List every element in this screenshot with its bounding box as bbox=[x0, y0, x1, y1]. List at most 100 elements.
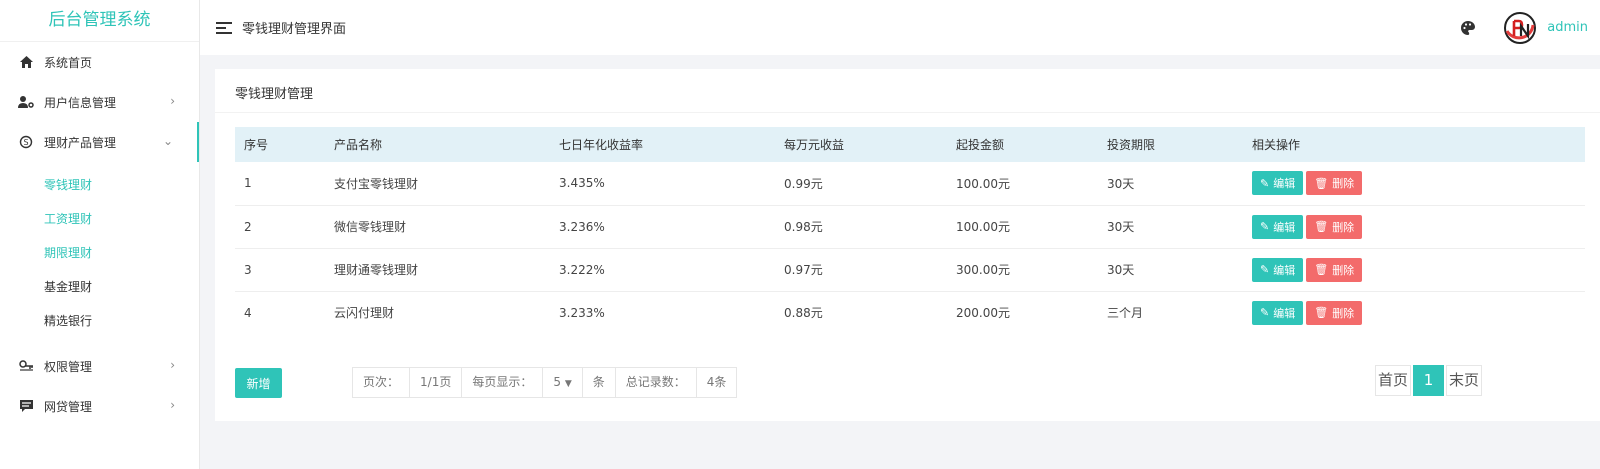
page-title: 零钱理财管理界面 bbox=[242, 22, 347, 37]
page-value: 1/1页 bbox=[410, 368, 463, 397]
cell-min: 200.00元 bbox=[956, 306, 1010, 321]
cell-term: 30天 bbox=[1107, 220, 1135, 234]
menu-toggle-icon[interactable] bbox=[216, 21, 232, 34]
pagination-info: 页次： 1/1页 每页显示： 5 ▼ 条 总记录数： 4条 bbox=[352, 367, 738, 398]
delete-label: 删除 bbox=[1332, 263, 1355, 277]
cell-rate: 3.233% bbox=[559, 305, 605, 320]
column-header: 七日年化收益率 bbox=[559, 138, 644, 152]
sidebar-item-label: 用户信息管理 bbox=[44, 95, 117, 110]
chevron-right-icon: › bbox=[170, 94, 175, 108]
sidebar-item-user-info[interactable]: 用户信息管理 › bbox=[0, 82, 199, 122]
per-page-unit: 条 bbox=[583, 368, 616, 397]
first-page-button[interactable]: 首页 bbox=[1375, 365, 1412, 396]
delete-button[interactable]: 🗑 删除 bbox=[1306, 257, 1363, 282]
pencil-icon: ✎ bbox=[1260, 176, 1270, 190]
cell-name: 云闪付理财 bbox=[334, 306, 395, 321]
caret-down-icon: ▼ bbox=[564, 379, 572, 389]
delete-label: 删除 bbox=[1332, 177, 1355, 191]
pencil-icon: ✎ bbox=[1260, 306, 1270, 320]
main-card: 零钱理财管理 序号 产品名称 七日年化收益率 每万元收益 起投金额 投资期限 相… bbox=[215, 69, 1600, 421]
avatar[interactable] bbox=[1503, 11, 1537, 45]
product-icon: S bbox=[18, 134, 34, 150]
column-header: 相关操作 bbox=[1252, 138, 1301, 152]
sidebar-item-label: 理财产品管理 bbox=[44, 135, 117, 150]
pencil-icon: ✎ bbox=[1260, 263, 1270, 276]
pager: 首页 1 末页 bbox=[1375, 365, 1484, 396]
submenu-item-salary[interactable]: 工资理财 bbox=[0, 202, 199, 236]
palette-icon[interactable] bbox=[1461, 20, 1476, 35]
delete-button[interactable]: 🗑 删除 bbox=[1306, 171, 1363, 196]
sidebar-item-loan[interactable]: 网贷管理 › bbox=[0, 386, 199, 426]
trash-icon: 🗑 bbox=[1314, 306, 1329, 320]
submenu-item-bank[interactable]: 精选银行 bbox=[0, 304, 199, 338]
edit-button[interactable]: ✎ 编辑 bbox=[1252, 257, 1304, 282]
per-page-select[interactable]: 5 ▼ bbox=[543, 368, 583, 397]
pencil-icon: ✎ bbox=[1260, 220, 1270, 233]
cell-income: 0.88元 bbox=[784, 306, 823, 321]
cell-name: 微信零钱理财 bbox=[334, 220, 407, 234]
username[interactable]: admin bbox=[1547, 20, 1588, 35]
last-page-button[interactable]: 末页 bbox=[1446, 365, 1483, 396]
edit-label: 编辑 bbox=[1273, 177, 1296, 191]
cell-min: 300.00元 bbox=[956, 263, 1010, 277]
table-header-row: 序号 产品名称 七日年化收益率 每万元收益 起投金额 投资期限 相关操作 bbox=[235, 127, 1585, 162]
card-title: 零钱理财管理 bbox=[235, 87, 314, 102]
top-header: 零钱理财管理界面 admin bbox=[200, 0, 1600, 55]
card-divider bbox=[215, 112, 1600, 113]
chat-icon bbox=[18, 398, 34, 414]
cell-name: 理财通零钱理财 bbox=[334, 263, 419, 277]
cell-term: 30天 bbox=[1107, 263, 1135, 277]
current-page-button[interactable]: 1 bbox=[1413, 365, 1445, 396]
table-row: 1 支付宝零钱理财 3.435% 0.99元 100.00元 30天 ✎ 编辑 🗑 删… bbox=[235, 162, 1585, 205]
sidebar: 后台管理系统 系统首页 用户信息管理 › S 理财产品管理 ⌄ 零钱理财 工资理… bbox=[0, 0, 200, 469]
submenu-product: 零钱理财 工资理财 期限理财 基金理财 精选银行 bbox=[0, 162, 199, 346]
cell-id: 3 bbox=[244, 262, 252, 277]
edit-button[interactable]: ✎ 编辑 bbox=[1252, 171, 1304, 196]
cell-min: 100.00元 bbox=[956, 176, 1010, 191]
column-header: 投资期限 bbox=[1107, 138, 1156, 152]
submenu-item-term[interactable]: 期限理财 bbox=[0, 236, 199, 270]
submenu-item-change[interactable]: 零钱理财 bbox=[0, 168, 199, 202]
cell-rate: 3.236% bbox=[559, 219, 605, 234]
trash-icon: 🗑 bbox=[1314, 220, 1329, 233]
edit-button[interactable]: ✎ 编辑 bbox=[1252, 300, 1304, 325]
brand-title: 后台管理系统 bbox=[0, 0, 199, 42]
sidebar-item-label: 系统首页 bbox=[44, 55, 93, 70]
cell-actions: ✎ 编辑 🗑 删除 bbox=[1243, 248, 1585, 291]
column-header: 每万元收益 bbox=[784, 138, 845, 152]
sidebar-item-product[interactable]: S 理财产品管理 ⌄ bbox=[0, 122, 199, 162]
edit-label: 编辑 bbox=[1273, 263, 1296, 277]
sidebar-item-home[interactable]: 系统首页 bbox=[0, 42, 199, 82]
delete-button[interactable]: 🗑 删除 bbox=[1306, 300, 1363, 325]
submenu-item-fund[interactable]: 基金理财 bbox=[0, 270, 199, 304]
column-header: 产品名称 bbox=[334, 138, 383, 152]
cell-rate: 3.435% bbox=[559, 176, 605, 191]
total-value: 4条 bbox=[706, 375, 727, 389]
home-icon bbox=[18, 54, 34, 70]
delete-button[interactable]: 🗑 删除 bbox=[1306, 214, 1363, 239]
cell-income: 0.98元 bbox=[784, 220, 823, 234]
table-row: 3 理财通零钱理财 3.222% 0.97元 300.00元 30天 ✎ 编辑 🗑 删… bbox=[235, 248, 1585, 291]
sidebar-item-label: 网贷管理 bbox=[44, 399, 93, 414]
add-button[interactable]: 新增 bbox=[235, 368, 282, 398]
cell-term: 三个月 bbox=[1107, 306, 1144, 321]
header-user-area: admin bbox=[1461, 0, 1588, 55]
cell-id: 2 bbox=[244, 219, 252, 234]
edit-button[interactable]: ✎ 编辑 bbox=[1252, 214, 1304, 239]
cell-income: 0.99元 bbox=[784, 176, 823, 191]
delete-label: 删除 bbox=[1332, 220, 1355, 234]
per-page-label: 每页显示： bbox=[462, 368, 544, 397]
column-header: 起投金额 bbox=[956, 138, 1005, 152]
total-label: 总记录数： bbox=[616, 368, 697, 397]
chevron-right-icon: › bbox=[170, 358, 175, 372]
edit-label: 编辑 bbox=[1273, 220, 1296, 234]
sidebar-item-permission[interactable]: 权限管理 › bbox=[0, 346, 199, 386]
edit-label: 编辑 bbox=[1273, 306, 1296, 320]
key-icon bbox=[18, 358, 34, 374]
table-row: 4 云闪付理财 3.233% 0.88元 200.00元 三个月 ✎ 编辑 🗑 删除 bbox=[235, 291, 1585, 334]
trash-icon: 🗑 bbox=[1314, 263, 1329, 276]
cell-income: 0.97元 bbox=[784, 263, 823, 277]
delete-label: 删除 bbox=[1332, 306, 1355, 320]
cell-id: 1 bbox=[244, 176, 252, 191]
chevron-down-icon: ⌄ bbox=[162, 134, 173, 148]
